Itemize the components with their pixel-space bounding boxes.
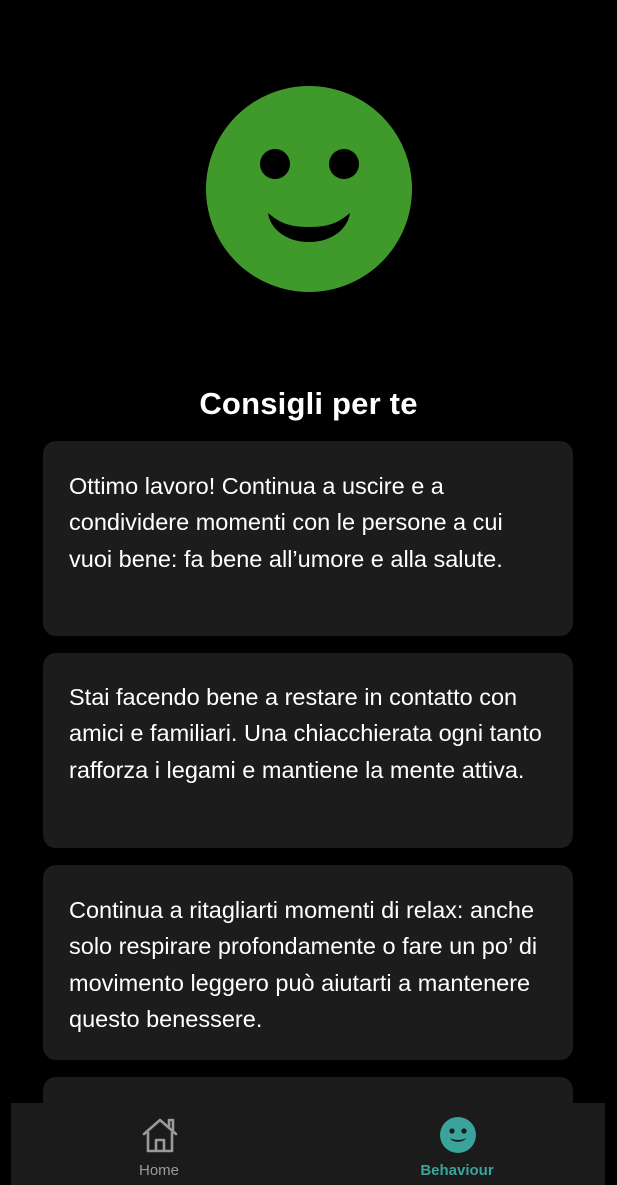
home-icon [142,1118,178,1153]
nav-label-behaviour: Behaviour [420,1162,494,1179]
tip-text: Stai facendo bene a restare in contatto … [69,684,542,783]
right-eye [329,149,359,179]
nav-item-home[interactable]: Home [79,1103,239,1185]
tip-text: Ottimo lavoro! Continua a uscire e a con… [69,473,503,572]
tip-card: Ottimo lavoro! Continua a uscire e a con… [43,441,573,636]
happy-face-icon [206,86,412,292]
left-eye [260,149,290,179]
face-circle [206,86,412,292]
tip-text: Continua a ritagliarti momenti di relax:… [69,897,538,1032]
bottom-navigation-bar: Home Behaviour [11,1103,605,1185]
smiley-icon [440,1117,476,1153]
tip-card: Continua a ritagliarti momenti di relax:… [43,865,573,1060]
section-title: Consigli per te [199,386,418,421]
nav-item-behaviour[interactable]: Behaviour [377,1103,537,1185]
nav-label-home: Home [138,1162,179,1179]
tip-card: Stai facendo bene a restare in contatto … [43,653,573,848]
